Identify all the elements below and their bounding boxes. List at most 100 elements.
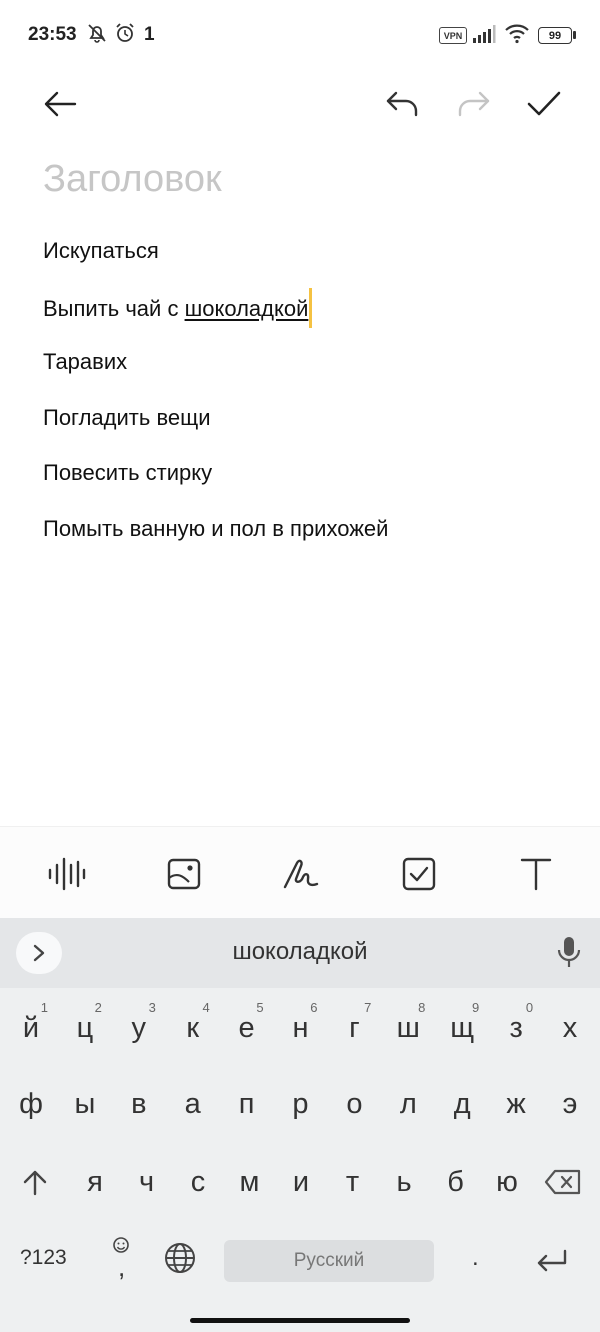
key-щ[interactable]: щ9: [435, 998, 489, 1058]
key-р[interactable]: р: [274, 1074, 328, 1134]
key-label: ь: [396, 1165, 412, 1198]
key-label: ф: [19, 1087, 43, 1120]
title-input[interactable]: Заголовок: [43, 158, 222, 201]
key-с[interactable]: с: [171, 1152, 225, 1212]
home-indicator[interactable]: [190, 1318, 410, 1323]
key-я[interactable]: я: [68, 1152, 122, 1212]
key-е[interactable]: е5: [220, 998, 274, 1058]
audio-wave-icon: [48, 857, 86, 891]
status-time: 23:53: [28, 24, 77, 45]
language-key[interactable]: [163, 1241, 197, 1275]
mic-button[interactable]: [552, 934, 586, 970]
key-ь[interactable]: ь: [377, 1152, 431, 1212]
key-ч[interactable]: ч: [120, 1152, 174, 1212]
redo-button[interactable]: [450, 80, 498, 128]
text-format-button[interactable]: [511, 849, 561, 899]
drawing-button[interactable]: [276, 849, 326, 899]
keyboard: шоколадкой й1ц2у3к4е5н6г7ш8щ9з0х фывапро…: [0, 918, 600, 1332]
insert-image-button[interactable]: [159, 849, 209, 899]
key-label: с: [190, 1165, 206, 1198]
key-д[interactable]: д: [435, 1074, 489, 1134]
key-label: ю: [496, 1165, 518, 1198]
key-ы[interactable]: ы: [58, 1074, 112, 1134]
key-о[interactable]: о: [327, 1074, 381, 1134]
key-з[interactable]: з0: [489, 998, 543, 1058]
undo-button[interactable]: [378, 80, 426, 128]
key-т[interactable]: т: [326, 1152, 380, 1212]
battery-icon: 99: [538, 27, 572, 44]
key-а[interactable]: а: [166, 1074, 220, 1134]
voice-record-button[interactable]: [41, 849, 91, 899]
backspace-key[interactable]: [536, 1152, 590, 1212]
suggestion-word[interactable]: шоколадкой: [0, 938, 600, 966]
key-и[interactable]: и: [274, 1152, 328, 1212]
emoji-comma-key[interactable]: ,: [104, 1234, 140, 1284]
key-ж[interactable]: ж: [489, 1074, 543, 1134]
key-э[interactable]: э: [543, 1074, 597, 1134]
key-label: ж: [506, 1087, 526, 1120]
key-label: н: [292, 1011, 309, 1044]
done-button[interactable]: [520, 80, 568, 128]
vpn-badge: VPN: [439, 27, 467, 44]
key-label: м: [239, 1165, 260, 1198]
key-п[interactable]: п: [220, 1074, 274, 1134]
note-line[interactable]: Таравих: [43, 349, 127, 375]
key-ю[interactable]: ю: [480, 1152, 534, 1212]
key-label: х: [562, 1011, 578, 1044]
key-hint: 1: [40, 1000, 48, 1015]
key-hint: 8: [418, 1000, 426, 1015]
redo-icon: [458, 91, 490, 117]
key-й[interactable]: й1: [4, 998, 58, 1058]
key-л[interactable]: л: [381, 1074, 435, 1134]
key-label: щ: [450, 1011, 475, 1044]
key-hint: 7: [364, 1000, 372, 1015]
key-label: у: [131, 1011, 147, 1044]
shift-key[interactable]: [8, 1152, 62, 1212]
key-б[interactable]: б: [429, 1152, 483, 1212]
note-line-active[interactable]: Выпить чай с шоколадкой: [43, 288, 313, 330]
key-label: л: [399, 1087, 417, 1120]
key-н[interactable]: н6: [274, 998, 328, 1058]
key-label: б: [447, 1165, 464, 1198]
key-г[interactable]: г7: [327, 998, 381, 1058]
key-ф[interactable]: ф: [4, 1074, 58, 1134]
text-cursor: [309, 288, 313, 328]
comma-label: ,: [118, 1252, 126, 1282]
battery-tip: [573, 31, 576, 39]
back-button[interactable]: [36, 80, 84, 128]
checklist-button[interactable]: [394, 849, 444, 899]
key-label: ш: [396, 1011, 420, 1044]
key-м[interactable]: м: [223, 1152, 277, 1212]
enter-key[interactable]: [534, 1248, 568, 1276]
key-ш[interactable]: ш8: [381, 998, 435, 1058]
check-icon: [527, 91, 561, 116]
alarm-icon: [116, 23, 134, 42]
key-label: ы: [74, 1087, 96, 1120]
key-label: а: [184, 1087, 201, 1120]
key-к[interactable]: к4: [166, 998, 220, 1058]
text-format-icon: [520, 858, 552, 891]
note-line[interactable]: Искупаться: [43, 238, 159, 264]
key-у[interactable]: у3: [112, 998, 166, 1058]
key-ц[interactable]: ц2: [58, 998, 112, 1058]
scribble-icon: [283, 859, 319, 889]
key-label: е: [238, 1011, 255, 1044]
backspace-icon: [544, 1169, 581, 1195]
key-label: и: [292, 1165, 310, 1198]
space-key[interactable]: Русский: [224, 1240, 434, 1282]
key-label: я: [87, 1165, 103, 1198]
note-line[interactable]: Повесить стирку: [43, 460, 212, 486]
key-label: э: [562, 1087, 578, 1120]
note-line[interactable]: Помыть ванную и пол в прихожей: [43, 516, 388, 542]
expand-toolbar-button[interactable]: [16, 932, 62, 974]
period-key[interactable]: .: [472, 1244, 479, 1272]
chevron-right-icon: [33, 944, 45, 962]
checkbox-icon: [402, 857, 436, 891]
microphone-icon: [557, 937, 581, 967]
symbols-key[interactable]: ?123: [20, 1246, 67, 1270]
undo-icon: [386, 91, 418, 117]
key-в[interactable]: в: [112, 1074, 166, 1134]
key-х[interactable]: х: [543, 998, 597, 1058]
note-line[interactable]: Погладить вещи: [43, 405, 211, 431]
key-label: п: [238, 1087, 255, 1120]
